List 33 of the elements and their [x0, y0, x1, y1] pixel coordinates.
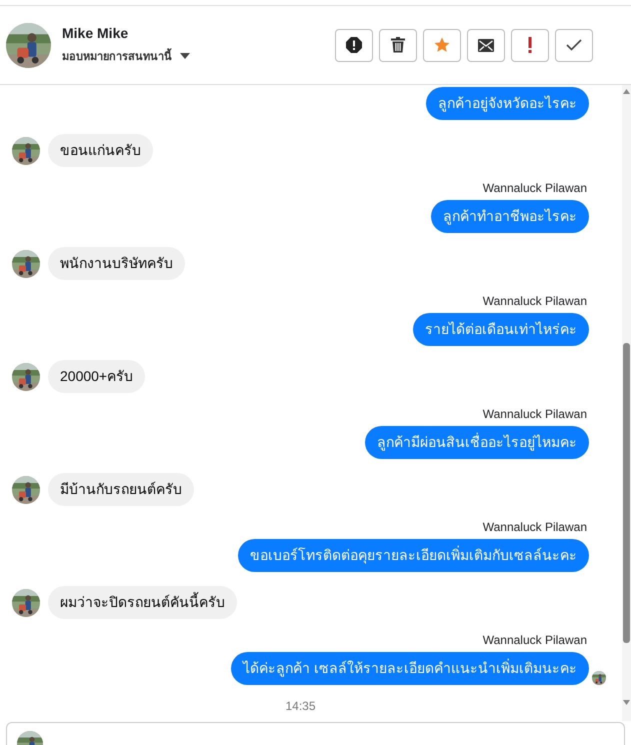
message-bubble: 20000+ครับ [48, 360, 146, 393]
warning-icon [346, 37, 362, 53]
timestamp: 14:35 [285, 699, 316, 713]
star-button[interactable] [423, 28, 461, 62]
check-button[interactable] [555, 28, 593, 62]
alert-button[interactable] [511, 28, 549, 62]
trash-button[interactable] [379, 28, 417, 62]
sender-name: Wannaluck Pilawan [482, 520, 587, 534]
warning-button[interactable] [335, 28, 373, 62]
scrollbar[interactable] [622, 85, 631, 721]
sender-name: Wannaluck Pilawan [482, 407, 587, 421]
sender-name: Wannaluck Pilawan [482, 633, 587, 647]
star-icon [434, 37, 450, 53]
message-bubble: ได้ค่ะลูกค้า เซลล์ให้รายละเอียดคำแนะนำเพิ่มเติมนะคะ [231, 652, 589, 685]
contact-name: Mike Mike [62, 25, 130, 41]
assign-link[interactable]: มอบหมายการสนทนานี้ [62, 47, 172, 65]
message-bubble: ผมว่าจะปิดรถยนต์คันนี้ครับ [48, 586, 237, 619]
trash-icon [391, 37, 405, 53]
message-bubble: พนักงานบริษัทครับ [48, 247, 185, 280]
message-bubble: ลูกค้าทำอาชีพอะไรคะ [431, 200, 589, 233]
message-bubble: ลูกค้าอยู่จังหวัดอะไรคะ [426, 87, 589, 120]
message-bubble: ขอนแก่นครับ [48, 134, 153, 167]
mail-button[interactable] [467, 28, 505, 62]
message-bubble: ขอเบอร์โทรติดต่อคุยรายละเอียดเพิ่มเติมกับเซลล์นะคะ [238, 539, 589, 572]
message-bubble: มีบ้านกับรถยนต์ครับ [48, 473, 194, 506]
mail-icon [478, 38, 494, 52]
sender-name: Wannaluck Pilawan [482, 181, 587, 195]
check-icon [566, 39, 582, 51]
sender-name: Wannaluck Pilawan [482, 294, 587, 308]
caret-icon[interactable] [180, 53, 190, 59]
alert-icon [528, 37, 532, 53]
message-bubble: รายได้ต่อเดือนเท่าไหร่คะ [413, 313, 589, 346]
message-bubble: ลูกค้ามีผ่อนสินเชื่ออะไรอยู่ไหมคะ [365, 426, 589, 459]
